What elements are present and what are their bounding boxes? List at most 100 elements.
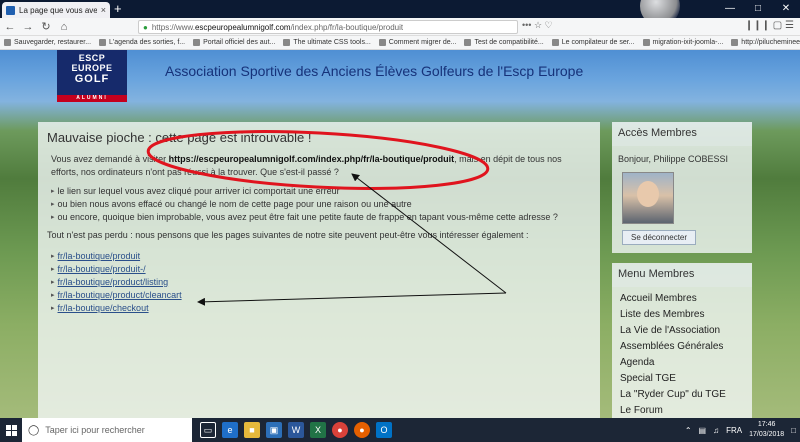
requested-url: https://escpeuropealumnigolf.com/index.p… [168, 154, 455, 164]
bullet-icon: ▸ [51, 292, 55, 299]
suggested-link[interactable]: ▸ fr/la-boutique/product/listing [51, 276, 591, 289]
suggested-link[interactable]: ▸ fr/la-boutique/product/cleancart [51, 289, 591, 302]
address-bar[interactable]: ● https://www.escpeuropealumnigolf.com/i… [138, 20, 518, 34]
excel-icon[interactable]: X [310, 422, 326, 438]
outlook-icon[interactable]: O [376, 422, 392, 438]
bookmark-item[interactable]: Portail officiel des aut... [193, 39, 275, 46]
browser-tab-bar: La page que vous avez demandé × + — □ ✕ [0, 0, 800, 18]
fallback-text: Tout n'est pas perdu : nous pensons que … [47, 230, 529, 240]
chrome-icon[interactable]: ● [332, 422, 348, 438]
error-intro: Vous avez demandé à visiter https://escp… [51, 154, 562, 177]
bullet-icon: ▸ [51, 188, 55, 195]
cortana-icon: ◯ [28, 424, 40, 436]
bookmark-label: Le compilateur de ser... [561, 39, 635, 46]
bookmark-item[interactable]: L'agenda des sorties, f... [99, 39, 185, 46]
menu-item[interactable]: La "Ryder Cup" du TGE [620, 387, 752, 403]
bullet-icon: ▸ [51, 266, 55, 273]
windows-taskbar: ◯ Taper ici pour rechercher ▭ e ■ ▣ W X … [0, 418, 800, 442]
menu-item[interactable]: Agenda [620, 355, 752, 371]
bookmarks-bar: Sauvegarder, restaurer... L'agenda des so… [0, 36, 800, 50]
reason-item-label: le lien sur lequel vous avez cliqué pour… [57, 186, 340, 196]
url-text: https://www.escpeuropealumnigolf.com/ind… [151, 22, 404, 32]
bookmark-item[interactable]: Comment migrer de... [378, 39, 457, 46]
word-icon[interactable]: W [288, 422, 304, 438]
menu-item[interactable]: Accueil Membres [620, 291, 752, 307]
reload-icon[interactable]: ↻ [40, 20, 52, 33]
suggested-link-label[interactable]: fr/la-boutique/produit-/ [58, 263, 146, 276]
new-tab-icon[interactable]: + [114, 1, 122, 17]
bookmark-label: Comment migrer de... [388, 39, 457, 46]
menu-item-label: La "Ryder Cup" du TGE [620, 389, 726, 400]
menu-item[interactable]: Special TGE [620, 371, 752, 387]
maximize-icon[interactable]: □ [744, 0, 772, 18]
close-window-icon[interactable]: ✕ [772, 0, 800, 18]
suggested-link-label[interactable]: fr/la-boutique/product/listing [58, 276, 169, 289]
clock[interactable]: 17:46 17/03/2018 [749, 420, 784, 440]
notifications-icon[interactable]: □ [791, 426, 796, 435]
browser-tab[interactable]: La page que vous avez demandé × [2, 2, 110, 18]
reason-item: ▸ ou bien nous avons effacé ou changé le … [51, 198, 591, 211]
store-icon[interactable]: ▣ [266, 422, 282, 438]
bookmark-item[interactable]: Sauvegarder, restaurer... [4, 39, 91, 46]
bookmark-label: Test de compatibilité... [474, 39, 544, 46]
bookmark-item[interactable]: Le compilateur de ser... [551, 39, 635, 46]
menu-item[interactable]: La Vie de l'Association [620, 323, 752, 339]
minimize-icon[interactable]: — [716, 0, 744, 18]
page-actions-icon[interactable]: ••• ☆ ♡ [522, 20, 553, 31]
suggested-link-label[interactable]: fr/la-boutique/product/cleancart [58, 289, 182, 302]
bookmark-favicon-icon [464, 39, 472, 46]
volume-icon[interactable]: ♫ [713, 426, 719, 435]
bookmark-item[interactable]: The ultimate CSS tools... [283, 39, 371, 46]
access-title: Accès Membres [612, 122, 752, 146]
menu-item[interactable]: Liste des Membres [620, 307, 752, 323]
bullet-icon: ▸ [51, 305, 55, 312]
bullet-icon: ▸ [51, 201, 55, 208]
site-header: ESCP EUROPE GOLF ALUMNI Association Spor… [0, 50, 800, 102]
edge-icon[interactable]: e [222, 422, 238, 438]
back-icon[interactable]: ← [4, 21, 16, 33]
logout-button[interactable]: Se déconnecter [622, 230, 697, 245]
taskbar-search[interactable]: ◯ Taper ici pour rechercher [22, 418, 192, 442]
network-icon[interactable]: ▤ [699, 426, 707, 435]
suggested-link[interactable]: ▸ fr/la-boutique/produit [51, 250, 591, 263]
reason-item-label: ou bien nous avons effacé ou changé le n… [57, 199, 412, 209]
menu-item-label: Liste des Membres [620, 309, 705, 320]
bookmark-item[interactable]: Test de compatibilité... [464, 39, 544, 46]
suggested-link-label[interactable]: fr/la-boutique/produit [58, 250, 141, 263]
suggested-link[interactable]: ▸ fr/la-boutique/checkout [51, 302, 591, 315]
language-indicator[interactable]: FRA [726, 426, 742, 435]
menu-title: Menu Membres [612, 263, 752, 287]
task-view-icon[interactable]: ▭ [200, 422, 216, 438]
bullet-icon: ▸ [51, 253, 55, 260]
tray-up-icon[interactable]: ⌃ [685, 426, 692, 435]
toolbar-icons[interactable]: ❙❙❙ ▢ ☰ [745, 20, 794, 31]
bookmark-item[interactable]: http://pilucheminee... [731, 39, 800, 46]
bookmark-favicon-icon [642, 39, 650, 46]
menu-item-label: Assemblées Générales [620, 341, 724, 352]
bookmark-label: The ultimate CSS tools... [293, 39, 371, 46]
avatar [622, 172, 674, 224]
suggested-link-label[interactable]: fr/la-boutique/checkout [58, 302, 149, 315]
menu-item[interactable]: Assemblées Générales [620, 339, 752, 355]
explorer-icon[interactable]: ■ [244, 422, 260, 438]
suggested-link[interactable]: ▸ fr/la-boutique/produit-/ [51, 263, 591, 276]
window-controls: — □ ✕ [716, 0, 800, 18]
forward-icon[interactable]: → [22, 21, 34, 33]
bookmark-item[interactable]: migration-ixit-joomla-... [642, 39, 723, 46]
site-favicon-icon [6, 5, 15, 15]
menu-item[interactable]: Le Forum [620, 403, 752, 418]
tab-close-icon[interactable]: × [101, 5, 106, 15]
error-content: Mauvaise pioche : cette page est introuv… [38, 122, 600, 418]
bookmark-label: L'agenda des sorties, f... [109, 39, 186, 46]
site-logo[interactable]: ESCP EUROPE GOLF ALUMNI [57, 50, 127, 102]
start-button[interactable] [0, 418, 22, 442]
member-box: Bonjour, Philippe COBESSI Se déconnecter [612, 146, 752, 253]
windows-logo-icon [5, 424, 17, 436]
menu-item-label: Agenda [620, 357, 655, 368]
reason-item-label: ou encore, quoique bien improbable, vous… [57, 212, 558, 222]
bullet-icon: ▸ [51, 214, 55, 221]
home-icon[interactable]: ⌂ [58, 21, 70, 33]
lock-icon: ● [143, 22, 148, 32]
firefox-icon[interactable]: ● [354, 422, 370, 438]
menu-item-label: Le Forum [620, 405, 663, 416]
